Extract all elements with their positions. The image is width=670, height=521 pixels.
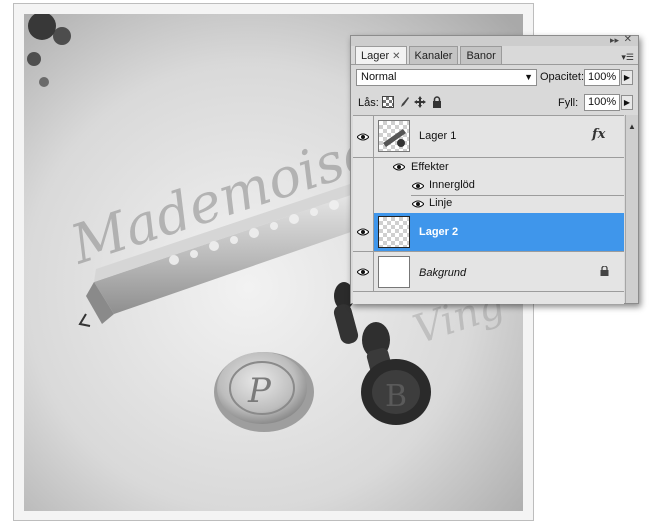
tab-divider [351, 64, 638, 65]
lock-all-icon[interactable] [431, 96, 443, 108]
opacity-label: Opacitet: [540, 71, 585, 83]
opacity-input[interactable]: 100% [584, 69, 620, 86]
eye-icon[interactable] [412, 182, 424, 190]
visibility-toggle[interactable] [353, 252, 374, 291]
eye-icon [357, 228, 369, 236]
layers-panel: ▸▸ ✕ Lager ✕ Kanaler Banor ▾☰ Normal ▼ Op… [350, 34, 639, 304]
layer-thumbnail [378, 216, 410, 248]
effects-label: Effekter [411, 161, 449, 173]
layer-name[interactable]: Bakgrund [419, 267, 466, 279]
panel-tabs: Lager ✕ Kanaler Banor [355, 46, 504, 65]
layer-effects-group[interactable]: Effekter [353, 158, 624, 177]
visibility-cell [353, 177, 374, 195]
blend-mode-value: Normal [361, 71, 397, 83]
fx-icon[interactable]: fx [592, 127, 605, 142]
layer-name[interactable]: Lager 1 [419, 130, 456, 142]
blend-mode-select[interactable]: Normal ▼ [356, 69, 537, 86]
layer-name[interactable]: Lager 2 [419, 226, 458, 238]
effect-row-linje[interactable]: Linje [353, 195, 624, 214]
lock-transparency-icon[interactable] [382, 96, 394, 108]
collapse-panel-button[interactable]: ▸▸ [610, 35, 619, 46]
layer-thumbnail [378, 256, 410, 288]
tab-banor-label: Banor [466, 50, 496, 62]
fill-input[interactable]: 100% [584, 94, 620, 111]
visibility-toggle[interactable] [353, 213, 374, 251]
fill-label: Fyll: [558, 97, 579, 109]
scroll-up-icon[interactable]: ▲ [628, 122, 636, 131]
opacity-slider-button[interactable]: ▶ [621, 70, 633, 85]
fill-slider-button[interactable]: ▶ [621, 95, 633, 110]
visibility-cell [353, 195, 374, 213]
layer-thumbnail [378, 120, 410, 152]
svg-text:P: P [247, 371, 272, 411]
layer-list: Lager 1 fx Effekter Innerglöd Linje Lage… [353, 115, 624, 304]
lock-label: Lås: [358, 97, 379, 109]
tab-kanaler[interactable]: Kanaler [408, 46, 459, 64]
layer-row-bakgrund[interactable]: Bakgrund [353, 252, 624, 292]
tab-kanaler-label: Kanaler [414, 50, 453, 62]
visibility-toggle[interactable] [353, 116, 374, 157]
effect-name: Linje [429, 197, 453, 209]
eye-icon[interactable] [393, 163, 405, 171]
lock-move-icon[interactable] [414, 96, 426, 108]
tab-banor[interactable]: Banor [460, 46, 502, 64]
tab-lager-label: Lager [361, 50, 390, 62]
tab-lager[interactable]: Lager ✕ [355, 46, 407, 65]
panel-title-bar[interactable] [351, 36, 638, 46]
layer-list-scrollbar[interactable]: ▲ [625, 115, 638, 303]
effect-row-innerglod[interactable]: Innerglöd [353, 177, 624, 196]
layer-row-lager1[interactable]: Lager 1 fx [353, 116, 624, 158]
layer-row-lager2[interactable]: Lager 2 [353, 213, 624, 252]
wax-seal: P [214, 352, 314, 432]
wax-stick-thumbnail-icon [383, 129, 406, 147]
chevron-down-icon: ▼ [524, 72, 533, 82]
tab-close-icon[interactable]: ✕ [392, 51, 400, 62]
eye-icon[interactable] [412, 200, 424, 208]
effect-name: Innerglöd [429, 179, 475, 191]
close-panel-button[interactable]: ✕ [624, 34, 632, 45]
eye-icon [357, 133, 369, 141]
panel-menu-icon[interactable]: ▾☰ [621, 52, 634, 63]
lock-paint-brush-icon[interactable] [398, 96, 410, 108]
svg-text:B: B [385, 379, 407, 414]
eye-icon [357, 268, 369, 276]
lock-icon [600, 266, 609, 276]
visibility-cell [353, 158, 374, 177]
